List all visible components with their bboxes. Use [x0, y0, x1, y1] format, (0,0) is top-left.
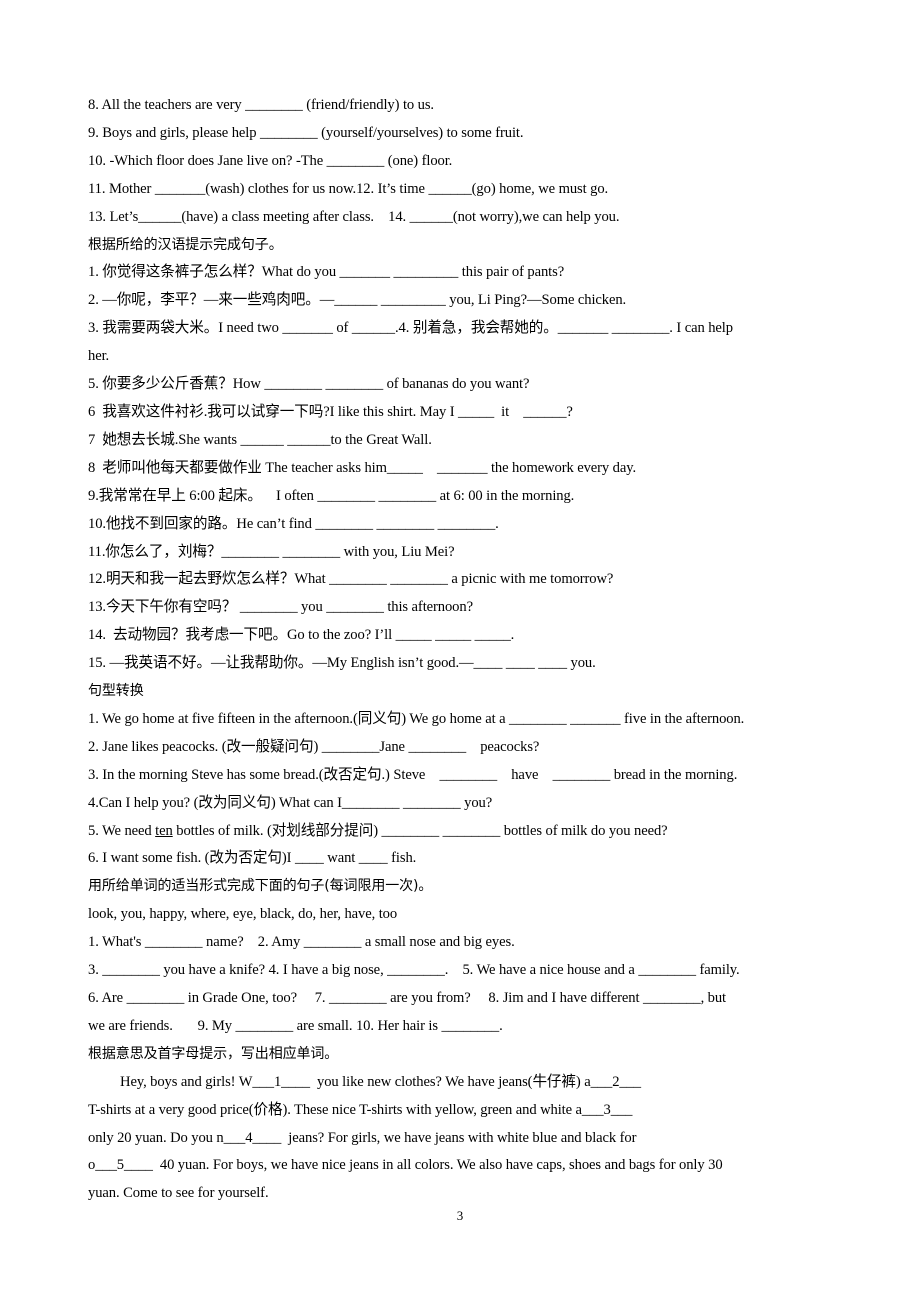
exercise-line: 3. ________ you have a knife? 4. I have … — [88, 962, 740, 979]
word-bank: look, you, happy, where, eye, black, do,… — [88, 906, 398, 923]
exercise-line: 4.Can I help you? (改为同义句) What can I____… — [88, 794, 493, 811]
exercise-line: 11.你怎么了，刘梅？________ ________ with you, L… — [88, 543, 455, 560]
exercise-line: 3. In the morning Steve has some bread.(… — [88, 766, 738, 783]
exercise-line: 5. 你要多少公斤香蕉？How ________ ________ of ban… — [88, 376, 530, 393]
exercise-line: 7 她想去长城.She wants ______ ______to the Gr… — [88, 431, 432, 448]
cloze-line: Hey, boys and girls! W___1____ you like … — [120, 1073, 641, 1090]
cloze-line: o___5____ 40 yuan. For boys, we have nic… — [88, 1157, 723, 1174]
exercise-line: 2. Jane likes peacocks. (改一般疑问句) _______… — [88, 738, 540, 755]
exercise-line: 6. Are ________ in Grade One, too? 7. __… — [88, 990, 727, 1006]
exercise-line: 11. Mother _______(wash) clothes for us … — [88, 180, 609, 197]
cloze-line: yuan. Come to see for yourself. — [88, 1185, 269, 1202]
exercise-line: 8. All the teachers are very ________ (f… — [88, 97, 434, 113]
cloze-line: only 20 yuan. Do you n___4____ jeans? Fo… — [88, 1129, 637, 1146]
worksheet-page: 8. All the teachers are very ________ (f… — [88, 92, 834, 1208]
page-number: 3 — [456, 1208, 464, 1223]
section-chinese-hints: 根据所给的汉语提示完成句子。 1. 你觉得这条裤子怎么样？What do you… — [88, 232, 834, 679]
exercise-line: 10. -Which floor does Jane live on? -The… — [88, 152, 453, 169]
exercise-line: 10.他找不到回家的路。He can’t find ________ _____… — [88, 515, 499, 532]
exercise-line: 1. What's ________ name? 2. Amy ________… — [88, 934, 515, 951]
exercise-line: 13.今天下午你有空吗？ ________ you ________ this … — [88, 599, 473, 616]
section-first-letter-cloze: 根据意思及首字母提示，写出相应单词。 Hey, boys and girls! … — [88, 1041, 834, 1208]
section-heading: 用所给单词的适当形式完成下面的句子(每词限用一次)。 — [88, 878, 433, 895]
section-word-form: 用所给单词的适当形式完成下面的句子(每词限用一次)。 look, you, ha… — [88, 873, 834, 1040]
section-fill-brackets: 8. All the teachers are very ________ (f… — [88, 92, 834, 232]
exercise-line: 1. 你觉得这条裤子怎么样？What do you _______ ______… — [88, 264, 565, 281]
section-heading: 根据意思及首字母提示，写出相应单词。 — [88, 1045, 339, 1062]
exercise-line: her. — [88, 348, 110, 365]
cloze-line: T-shirts at a very good price(价格). These… — [88, 1101, 633, 1118]
exercise-line: 13. Let’s______(have) a class meeting af… — [88, 208, 620, 225]
exercise-line: 2. —你呢，李平？—来一些鸡肉吧。—______ _________ you,… — [88, 292, 627, 309]
section-sentence-transformation: 句型转换 1. We go home at five fifteen in th… — [88, 678, 834, 873]
exercise-line: we are friends. 9. My ________ are small… — [88, 1017, 503, 1034]
section-heading: 根据所给的汉语提示完成句子。 — [88, 236, 283, 253]
exercise-line: 3. 我需要两袋大米。I need two _______ of ______.… — [88, 320, 733, 337]
exercise-line: 6. I want some fish. (改为否定句)I ____ want … — [88, 850, 417, 867]
exercise-line: 9.我常常在早上 6:00 起床。 I often ________ _____… — [88, 487, 575, 504]
exercise-line: 5. We need ten bottles of milk. (对划线部分提问… — [88, 822, 668, 839]
exercise-line: 14. 去动物园？我考虑一下吧。Go to the zoo? I’ll ____… — [88, 627, 515, 644]
exercise-line: 6 我喜欢这件衬衫.我可以试穿一下吗?I like this shirt. Ma… — [88, 403, 573, 420]
underlined-word: ten — [155, 822, 173, 839]
exercise-line: 9. Boys and girls, please help ________ … — [88, 124, 524, 141]
exercise-line: 12.明天和我一起去野炊怎么样？What ________ ________ a… — [88, 571, 614, 588]
exercise-line: 8 老师叫他每天都要做作业 The teacher asks him_____ … — [88, 459, 637, 476]
section-heading: 句型转换 — [88, 683, 144, 700]
exercise-line: 1. We go home at five fifteen in the aft… — [88, 710, 745, 727]
exercise-line: 15. —我英语不好。—让我帮助你。—My English isn’t good… — [88, 655, 596, 672]
